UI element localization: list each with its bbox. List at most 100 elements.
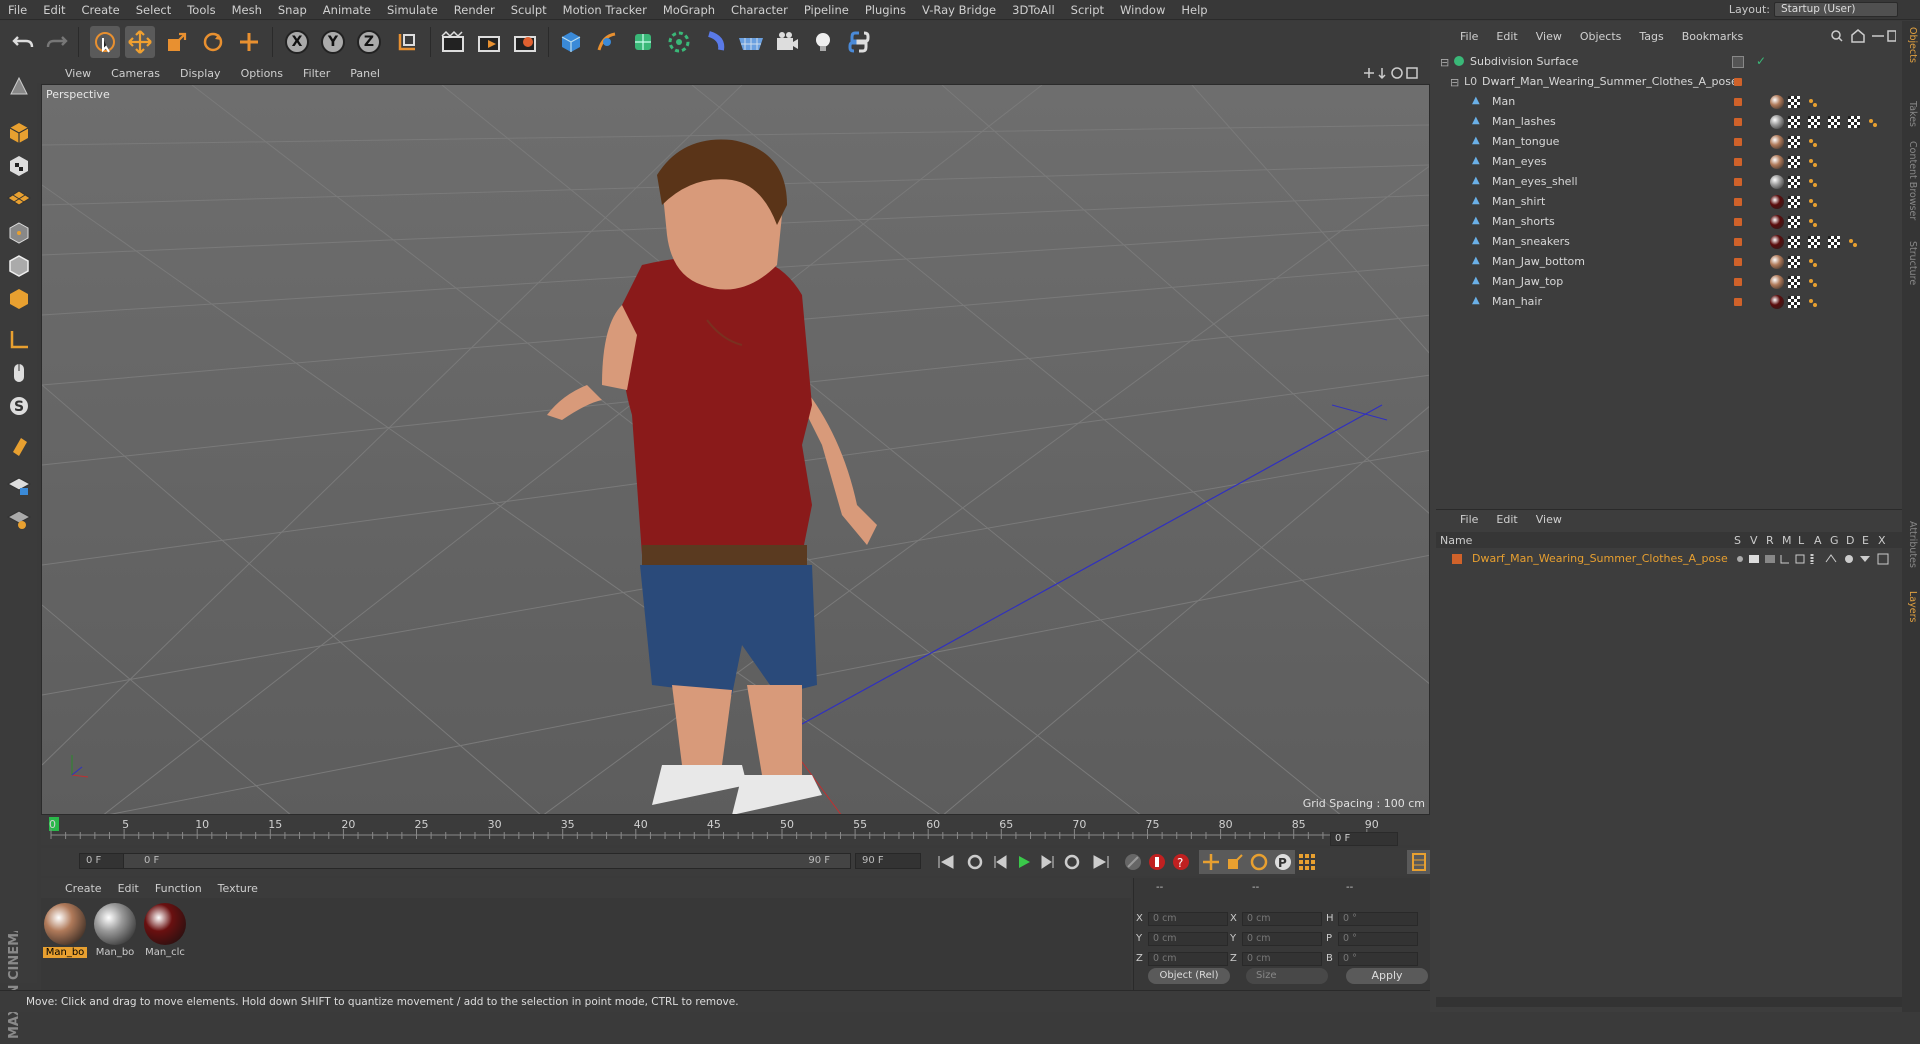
texture-tag-icon[interactable]	[1788, 296, 1800, 308]
key-position-icon[interactable]	[1199, 850, 1223, 874]
coord-value-field[interactable]: 0 cm	[1148, 932, 1228, 946]
enable-toggle-icon[interactable]	[1732, 56, 1744, 68]
menu-file[interactable]: File	[0, 3, 35, 17]
side-tab-structure[interactable]: Structure	[1904, 241, 1918, 285]
layer-color-dot[interactable]	[1734, 218, 1742, 226]
material-item[interactable]: Man_clc	[143, 903, 187, 958]
layer-color-dot[interactable]	[1734, 158, 1742, 166]
menu-character[interactable]: Character	[723, 3, 796, 17]
y-axis-icon[interactable]: Y	[318, 26, 348, 58]
menu-plugins[interactable]: Plugins	[857, 3, 914, 17]
menu-edit[interactable]: Edit	[35, 3, 73, 17]
rotate-icon[interactable]	[198, 26, 228, 58]
object-row[interactable]: ▲ Man_shorts	[1436, 212, 1902, 232]
object-row[interactable]: ▲ Man_shirt	[1436, 192, 1902, 212]
layer-column-header[interactable]: X	[1878, 534, 1886, 547]
workplane-align-icon[interactable]	[4, 504, 34, 534]
layer-color-dot[interactable]	[1734, 278, 1742, 286]
material-item[interactable]: Man_bo	[43, 903, 87, 958]
texture-tag-icon[interactable]	[1788, 176, 1800, 188]
object-menu-bookmarks[interactable]: Bookmarks	[1682, 30, 1743, 43]
coordinate-mode-dropdown[interactable]: Object (Rel)	[1148, 968, 1230, 984]
render-settings-icon[interactable]	[510, 26, 540, 58]
key-parameter-icon[interactable]: P	[1271, 850, 1295, 874]
layer-name[interactable]: Dwarf_Man_Wearing_Summer_Clothes_A_pose	[1472, 552, 1728, 565]
layer-color-dot[interactable]	[1734, 78, 1742, 86]
texture-tag-icon[interactable]	[1808, 236, 1820, 248]
polygons-mode-icon[interactable]	[4, 284, 34, 314]
menu-render[interactable]: Render	[446, 3, 503, 17]
coord-value-field[interactable]: 0 cm	[1242, 932, 1322, 946]
texture-tag-icon[interactable]	[1788, 196, 1800, 208]
menu-animate[interactable]: Animate	[315, 3, 379, 17]
coord-value-field[interactable]: 0 cm	[1242, 952, 1322, 966]
record-key-icon[interactable]	[1145, 850, 1169, 874]
texture-tag-icon[interactable]	[1788, 156, 1800, 168]
current-frame-field[interactable]: 0 F	[1330, 832, 1398, 846]
menu-window[interactable]: Window	[1112, 3, 1173, 17]
right-scrollbar[interactable]	[1436, 997, 1902, 1007]
layout-dropdown[interactable]: Startup (User)	[1774, 2, 1898, 17]
next-frame-icon[interactable]	[1036, 850, 1060, 874]
texture-tag-icon[interactable]	[1808, 116, 1820, 128]
phong-tag-icon[interactable]	[1848, 238, 1857, 247]
previous-frame-icon[interactable]	[988, 850, 1012, 874]
texture-tag-icon[interactable]	[1788, 136, 1800, 148]
texture-mode-icon[interactable]	[4, 151, 34, 181]
object-row[interactable]: ▲ Man_Jaw_top	[1436, 272, 1902, 292]
phong-tag-icon[interactable]	[1808, 178, 1817, 187]
menu-help[interactable]: Help	[1173, 3, 1215, 17]
collapse-icon[interactable]: ⊟	[1450, 76, 1459, 89]
check-icon[interactable]: ✓	[1756, 54, 1766, 68]
layer-column-header[interactable]: L	[1798, 534, 1804, 547]
object-menu-file[interactable]: File	[1460, 30, 1478, 43]
edges-mode-icon[interactable]	[4, 251, 34, 281]
cube-icon[interactable]	[556, 26, 586, 58]
viewport-menu-view[interactable]: View	[65, 67, 101, 80]
key-scale-icon[interactable]	[1223, 850, 1247, 874]
object-row[interactable]: ▲ Man_tongue	[1436, 132, 1902, 152]
material-menu-edit[interactable]: Edit	[118, 882, 139, 895]
phong-tag-icon[interactable]	[1808, 198, 1817, 207]
key-rotation-icon[interactable]	[1247, 850, 1271, 874]
layer-column-header[interactable]: M	[1782, 534, 1792, 547]
material-item[interactable]: Man_bo	[93, 903, 137, 958]
z-axis-icon[interactable]: Z	[354, 26, 384, 58]
magnet-icon[interactable]	[4, 431, 34, 461]
layer-color-dot[interactable]	[1734, 118, 1742, 126]
texture-tag-icon[interactable]	[1788, 256, 1800, 268]
menu-mesh[interactable]: Mesh	[224, 3, 270, 17]
material-tag-icon[interactable]	[1770, 115, 1784, 129]
texture-tag-icon[interactable]	[1788, 276, 1800, 288]
move-icon[interactable]	[125, 26, 155, 58]
side-tab-layers[interactable]: Layers	[1904, 591, 1918, 622]
menu-3dtoall[interactable]: 3DToAll	[1004, 3, 1063, 17]
object-menu-objects[interactable]: Objects	[1580, 30, 1622, 43]
coord-value-field[interactable]: 0 cm	[1148, 912, 1228, 926]
object-menu-edit[interactable]: Edit	[1496, 30, 1517, 43]
material-tag-icon[interactable]	[1770, 95, 1784, 109]
texture-tag-icon[interactable]	[1828, 236, 1840, 248]
side-tab-content-browser[interactable]: Content Browser	[1904, 141, 1918, 220]
material-tag-icon[interactable]	[1770, 135, 1784, 149]
layer-menu-file[interactable]: File	[1460, 513, 1478, 526]
layer-column-header[interactable]: A	[1814, 534, 1822, 547]
layer-column-header[interactable]: G	[1830, 534, 1839, 547]
texture-tag-icon[interactable]	[1848, 116, 1860, 128]
viewport-nav-icons[interactable]	[1360, 65, 1420, 81]
material-menu-function[interactable]: Function	[155, 882, 202, 895]
material-tag-icon[interactable]	[1770, 235, 1784, 249]
object-row[interactable]: ▲ Man	[1436, 92, 1902, 112]
menu-create[interactable]: Create	[74, 3, 128, 17]
side-tab-objects[interactable]: Objects	[1904, 27, 1918, 63]
layer-color-swatch[interactable]	[1452, 554, 1462, 564]
viewport-menu-cameras[interactable]: Cameras	[111, 67, 170, 80]
model-mode-icon[interactable]	[4, 118, 34, 148]
undo-icon[interactable]	[8, 26, 38, 58]
phong-tag-icon[interactable]	[1808, 298, 1817, 307]
material-tag-icon[interactable]	[1770, 275, 1784, 289]
coord-value-field[interactable]: 0 °	[1338, 912, 1418, 926]
floor-icon[interactable]	[736, 26, 766, 58]
play-icon[interactable]	[1012, 850, 1036, 874]
layer-column-header[interactable]: E	[1862, 534, 1869, 547]
